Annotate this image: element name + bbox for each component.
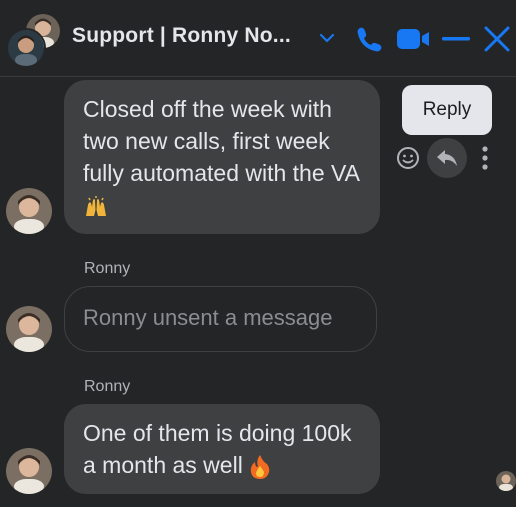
reply-icon xyxy=(437,150,457,166)
minimize-icon[interactable] xyxy=(442,37,470,41)
close-icon[interactable] xyxy=(484,26,510,52)
message-text: Closed off the week with two new calls, … xyxy=(83,96,359,186)
read-receipt-avatar xyxy=(496,471,516,491)
raised-hands-emoji xyxy=(86,195,106,216)
avatar[interactable] xyxy=(6,188,52,234)
reply-tooltip: Reply xyxy=(402,85,492,135)
chat-header: Support | Ronny No... xyxy=(0,0,516,77)
emoji-reaction-icon[interactable] xyxy=(396,146,420,170)
message-text: One of them is doing 100k a month as wel… xyxy=(83,420,352,478)
avatar xyxy=(6,28,46,68)
message-bubble[interactable]: One of them is doing 100k a month as wel… xyxy=(64,404,380,494)
group-avatar[interactable] xyxy=(6,12,62,68)
unsent-message: Ronny unsent a message xyxy=(64,286,377,352)
phone-icon[interactable] xyxy=(354,25,384,53)
sender-name: Ronny xyxy=(84,260,131,277)
video-icon[interactable] xyxy=(396,27,434,51)
more-options-icon[interactable] xyxy=(479,145,491,171)
sender-name: Ronny xyxy=(84,378,131,395)
avatar[interactable] xyxy=(6,306,52,352)
conversation-title[interactable]: Support | Ronny No... xyxy=(72,24,291,48)
message-bubble[interactable]: Closed off the week with two new calls, … xyxy=(64,80,380,234)
avatar[interactable] xyxy=(6,448,52,494)
chevron-down-icon[interactable] xyxy=(318,29,336,47)
fire-emoji xyxy=(251,454,270,479)
reply-button[interactable] xyxy=(427,138,467,178)
